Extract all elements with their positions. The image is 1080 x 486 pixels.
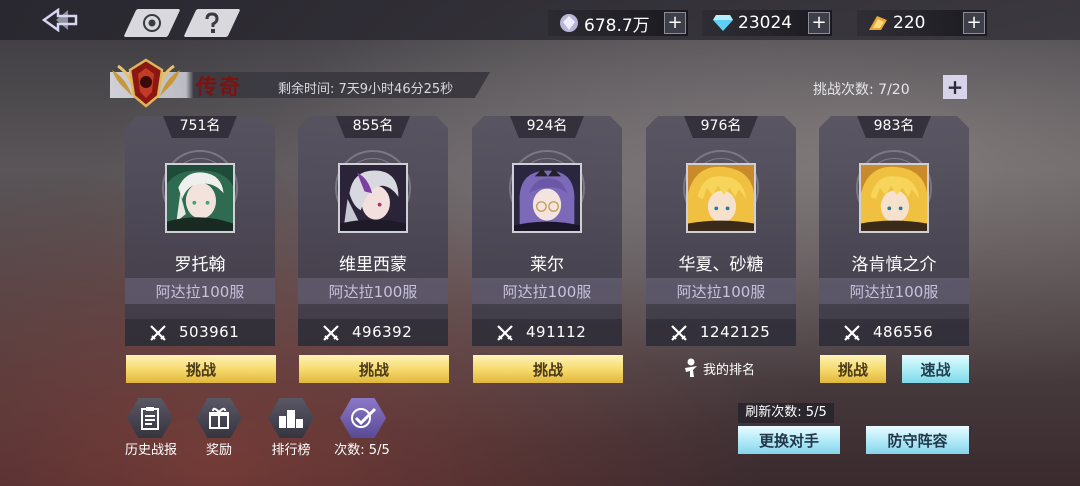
add-diamond-button[interactable]: + bbox=[808, 12, 830, 34]
power-value: 1242125 bbox=[700, 323, 771, 341]
avatar bbox=[165, 163, 235, 233]
server-name: 阿达拉100服 bbox=[155, 283, 245, 301]
back-button[interactable] bbox=[34, 4, 90, 36]
opponent-card[interactable]: 855名 维里西蒙 阿达拉100服 496392 bbox=[298, 116, 448, 346]
legend-emblem-icon bbox=[108, 56, 184, 110]
times-label: 次数: 5/5 bbox=[334, 443, 390, 458]
server-name: 阿达拉100服 bbox=[676, 283, 766, 301]
record-icon bbox=[143, 14, 161, 32]
top-bar: 678.7万 + 23024 + 220 + bbox=[0, 0, 1080, 40]
history-hex bbox=[127, 398, 173, 438]
power-value: 503961 bbox=[179, 323, 240, 341]
crossed-swords-icon bbox=[322, 324, 340, 342]
server-name: 阿达拉100服 bbox=[502, 283, 592, 301]
power-value: 491112 bbox=[526, 323, 587, 341]
reward-label: 奖励 bbox=[205, 443, 232, 458]
power-value: 496392 bbox=[352, 323, 413, 341]
avatar bbox=[859, 163, 929, 233]
question-icon bbox=[205, 12, 219, 33]
person-icon bbox=[685, 358, 697, 377]
history-label: 历史战报 bbox=[124, 443, 177, 458]
ticket-value: 220 bbox=[893, 13, 926, 33]
currency-diamond: 23024 + bbox=[702, 10, 832, 36]
avatar bbox=[338, 163, 408, 233]
silver-gem-icon bbox=[558, 12, 580, 34]
challenge-button[interactable]: 挑战 bbox=[126, 355, 276, 383]
crossed-swords-icon bbox=[496, 324, 514, 342]
add-challenge-button[interactable]: + bbox=[943, 75, 967, 99]
opponent-card[interactable]: 924名 莱尔 阿达拉100服 491112 bbox=[472, 116, 622, 346]
leaderboard-label: 排行榜 bbox=[271, 443, 311, 458]
quick-battle-button[interactable]: 速战 bbox=[902, 355, 969, 383]
rank-label: 855名 bbox=[336, 116, 410, 138]
remaining-time: 剩余时间: 7天9小时46分25秒 bbox=[278, 82, 454, 97]
gold-ticket-icon bbox=[867, 12, 889, 34]
crossed-swords-icon bbox=[149, 324, 167, 342]
my-rank-indicator: 我的排名 bbox=[683, 358, 755, 378]
diamond-value: 23024 bbox=[738, 13, 793, 33]
power-value: 486556 bbox=[873, 323, 934, 341]
rank-label: 983名 bbox=[857, 116, 931, 138]
opponent-card[interactable]: 983名 洛肯慎之介 阿达拉100服 486556 bbox=[819, 116, 969, 346]
reward-hex bbox=[196, 398, 242, 438]
opponent-card-self: 976名 华夏、砂糖 阿达拉100服 1242125 bbox=[646, 116, 796, 346]
player-name: 洛肯慎之介 bbox=[851, 255, 937, 275]
podium-icon bbox=[279, 410, 303, 428]
times-hex bbox=[340, 398, 386, 438]
leaderboard-hex bbox=[268, 398, 314, 438]
crossed-swords-icon bbox=[670, 324, 688, 342]
player-name: 莱尔 bbox=[530, 255, 564, 275]
clipboard-icon bbox=[141, 407, 159, 430]
opponent-card[interactable]: 751名 罗托翰 阿达拉100服 503961 bbox=[125, 116, 275, 346]
challenge-count: 挑战次数: 7/20 bbox=[813, 82, 910, 98]
player-name: 维里西蒙 bbox=[339, 255, 407, 275]
blue-diamond-icon bbox=[712, 12, 734, 34]
currency-ticket: 220 + bbox=[857, 10, 987, 36]
leaderboard-button[interactable] bbox=[266, 398, 316, 440]
server-name: 阿达拉100服 bbox=[328, 283, 418, 301]
history-button[interactable] bbox=[125, 398, 175, 440]
refresh-count: 刷新次数: 5/5 bbox=[738, 403, 834, 423]
challenge-button[interactable]: 挑战 bbox=[299, 355, 449, 383]
times-button[interactable] bbox=[338, 398, 388, 440]
add-ticket-button[interactable]: + bbox=[963, 12, 985, 34]
currency-silver: 678.7万 + bbox=[548, 10, 688, 36]
avatar bbox=[512, 163, 582, 233]
avatar bbox=[686, 163, 756, 233]
back-arrow-icon bbox=[42, 8, 78, 32]
silver-value: 678.7万 bbox=[584, 15, 650, 36]
my-rank-label: 我的排名 bbox=[703, 362, 756, 378]
player-name: 华夏、砂糖 bbox=[678, 255, 764, 275]
page-title: 传奇 bbox=[196, 74, 242, 99]
add-silver-button[interactable]: + bbox=[664, 12, 686, 34]
challenge-button[interactable]: 挑战 bbox=[473, 355, 623, 383]
defense-lineup-button[interactable]: 防守阵容 bbox=[866, 426, 969, 454]
rank-label: 976名 bbox=[684, 116, 758, 138]
reward-button[interactable] bbox=[194, 398, 244, 440]
change-opponent-button[interactable]: 更换对手 bbox=[738, 426, 840, 454]
help-button[interactable] bbox=[183, 9, 241, 37]
challenge-button[interactable]: 挑战 bbox=[820, 355, 886, 383]
checkmark-icon bbox=[351, 407, 377, 428]
rank-label: 924名 bbox=[510, 116, 584, 138]
server-name: 阿达拉100服 bbox=[849, 283, 939, 301]
crossed-swords-icon bbox=[843, 324, 861, 342]
gift-icon bbox=[209, 407, 229, 429]
player-name: 罗托翰 bbox=[174, 255, 226, 275]
rank-label: 751名 bbox=[163, 116, 237, 138]
record-button[interactable] bbox=[123, 9, 181, 37]
